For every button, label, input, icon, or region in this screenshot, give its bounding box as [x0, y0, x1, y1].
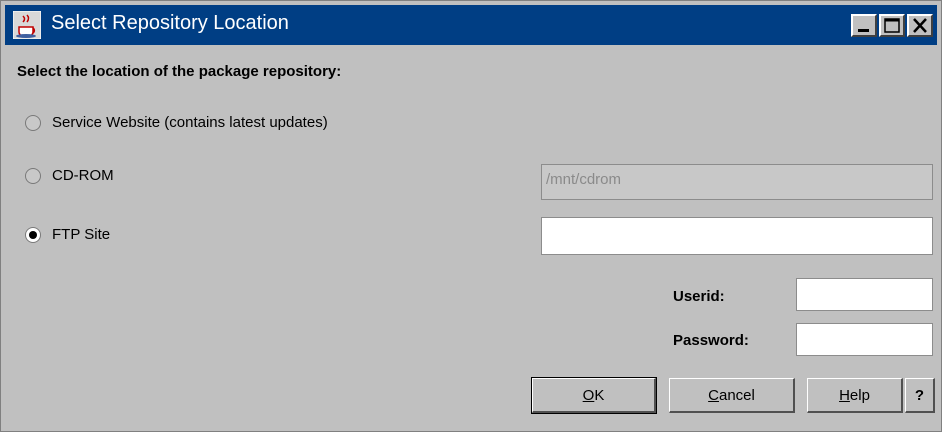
ok-label: K — [594, 386, 605, 404]
cdrom-path-field: /mnt/cdrom — [541, 164, 933, 200]
java-app-icon — [13, 11, 41, 39]
radio-button-circle-selected[interactable] — [25, 227, 41, 243]
userid-field[interactable] — [796, 278, 933, 311]
radio-button-circle[interactable] — [25, 168, 41, 184]
close-button[interactable] — [907, 14, 933, 37]
help-label: elp — [849, 386, 870, 404]
help-mnemonic: H — [839, 386, 850, 404]
instruction-label: Select the location of the package repos… — [17, 63, 342, 80]
cancel-mnemonic: C — [708, 386, 719, 404]
window-title: Select Repository Location — [51, 12, 289, 34]
minimize-button[interactable] — [851, 14, 877, 37]
maximize-icon — [884, 18, 900, 33]
radio-label-ftp-site[interactable]: FTP Site — [52, 226, 110, 243]
radio-label-service-website[interactable]: Service Website (contains latest updates… — [52, 114, 328, 131]
ok-mnemonic: O — [582, 386, 595, 404]
radio-label-cd-rom[interactable]: CD-ROM — [52, 167, 114, 184]
dialog-window: Select Repository Location Select the lo… — [0, 0, 942, 432]
ftp-site-field[interactable] — [541, 217, 933, 255]
password-label: Password: — [673, 332, 749, 349]
context-help-button[interactable]: ? — [905, 378, 935, 413]
radio-button-circle[interactable] — [25, 115, 41, 131]
title-bar[interactable]: Select Repository Location — [5, 5, 937, 45]
cancel-label: ancel — [718, 386, 755, 404]
help-button[interactable]: Help — [807, 378, 903, 413]
maximize-button[interactable] — [879, 14, 905, 37]
close-icon — [913, 18, 927, 33]
minimize-icon — [858, 29, 869, 32]
ok-button[interactable]: OK — [531, 377, 657, 414]
password-field[interactable] — [796, 323, 933, 356]
cancel-button[interactable]: Cancel — [669, 378, 795, 413]
userid-label: Userid: — [673, 288, 725, 305]
